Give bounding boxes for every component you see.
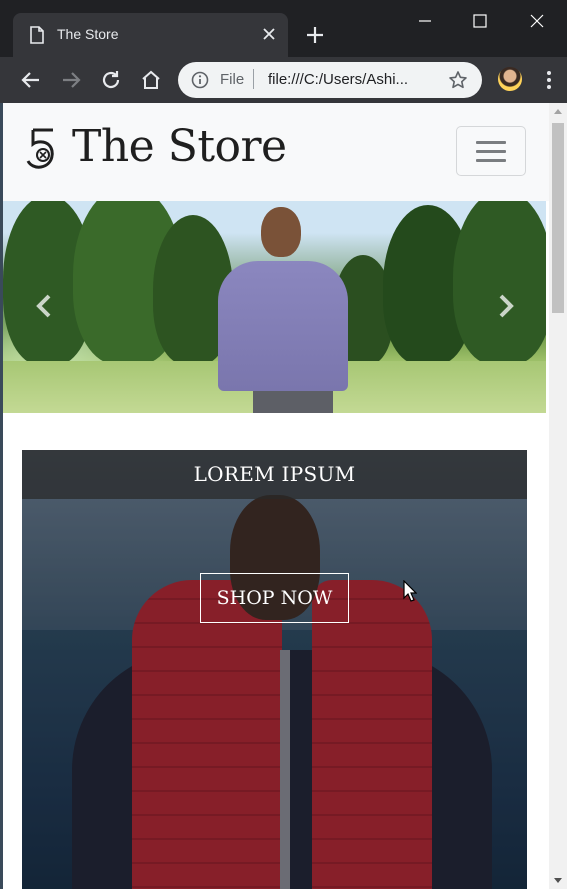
promo-title: LOREM IPSUM [193,462,356,486]
scroll-down-icon[interactable] [554,878,562,883]
promo-card: LOREM IPSUM SHOP NOW [22,450,527,889]
brand-name[interactable]: The Store [72,121,287,172]
url-scheme-label: File [220,71,245,88]
site-navbar: The Store [3,103,549,201]
navbar-toggle-button[interactable] [456,126,526,176]
scroll-thumb[interactable] [552,123,564,313]
avatar[interactable] [498,67,522,91]
promo-title-band: LOREM IPSUM [22,450,527,499]
kebab-menu-icon[interactable] [537,68,561,92]
tree [453,201,546,365]
carousel-image [3,201,546,413]
browser-toolbar: File file:///C:/Users/Ashi... [0,57,567,103]
star-icon[interactable] [448,70,468,90]
reload-icon[interactable] [99,68,123,92]
close-icon[interactable] [262,27,276,41]
page-scrollbar[interactable] [549,103,567,889]
browser-chrome: The Store File file:///C:/Users/Ashi... [0,0,567,103]
page-viewport: The Store LOREM IPSUM SHOP NOW [3,103,549,889]
hero-carousel [3,201,546,413]
omnibox-divider [253,69,254,89]
tab-title: The Store [57,26,119,42]
window-close-icon[interactable] [524,10,550,32]
chevron-right-icon[interactable] [496,293,516,319]
plus-icon[interactable] [304,24,326,46]
hamburger-bar [476,150,506,153]
five-logo-icon[interactable] [25,127,61,171]
scroll-up-icon[interactable] [554,109,562,114]
hamburger-icon [476,141,506,144]
mouse-cursor-icon [403,580,417,602]
model-head [261,207,301,257]
hamburger-bar [476,159,506,162]
model-pants [253,391,333,413]
url-text[interactable]: file:///C:/Users/Ashi... [268,71,448,88]
model-sweater [218,261,348,391]
chevron-left-icon[interactable] [34,293,54,319]
home-icon[interactable] [139,68,163,92]
info-icon[interactable] [191,71,209,89]
minimize-icon[interactable] [412,10,438,32]
shop-now-button[interactable]: SHOP NOW [200,573,349,623]
address-bar[interactable]: File file:///C:/Users/Ashi... [178,62,482,98]
tab-the-store[interactable]: The Store [13,13,288,57]
maximize-icon[interactable] [467,10,493,32]
arrow-right-icon[interactable] [59,68,83,92]
image-overlay [22,450,527,889]
arrow-left-icon[interactable] [19,68,43,92]
page-icon [30,26,44,44]
